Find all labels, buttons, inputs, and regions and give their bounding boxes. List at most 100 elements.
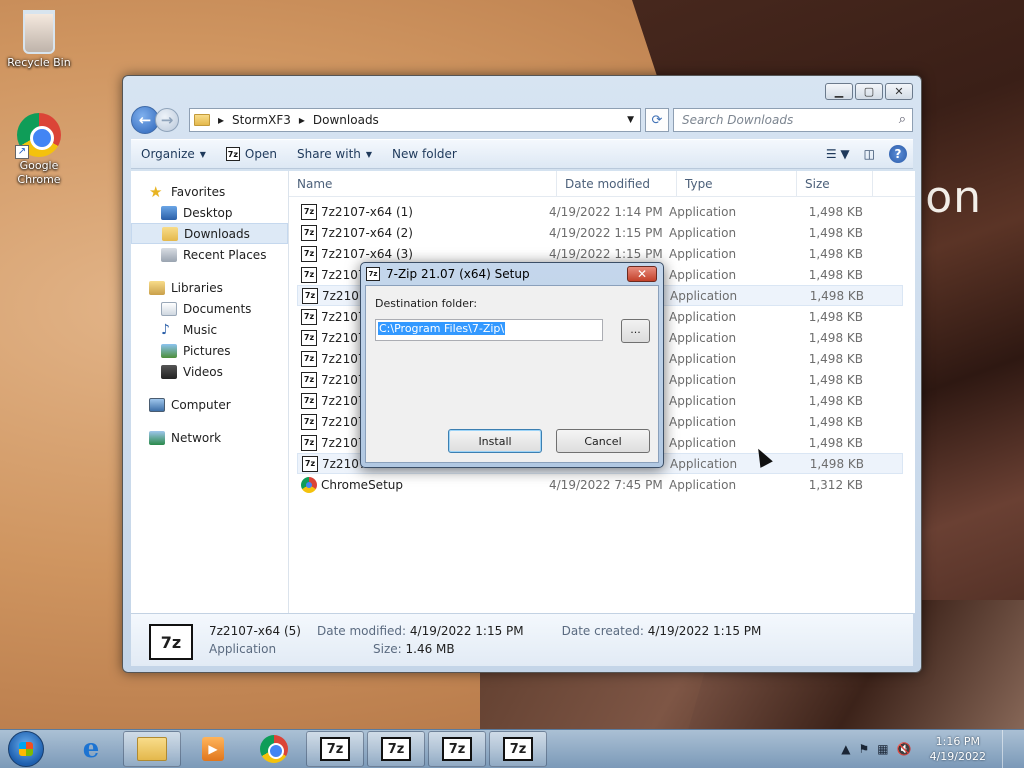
file-size: 1,498 KB xyxy=(808,435,863,450)
maximize-button[interactable]: ▢ xyxy=(855,83,883,100)
navigation-pane: ★ Favorites Desktop Downloads Recent Plac… xyxy=(131,171,289,613)
destination-folder-input[interactable]: C:\Program Files\7-Zip\ xyxy=(375,319,603,341)
nav-downloads[interactable]: Downloads xyxy=(131,223,288,244)
file-type: Application xyxy=(669,204,737,219)
clock-time: 1:16 PM xyxy=(935,735,980,748)
organize-button[interactable]: Organize ▼ xyxy=(131,147,216,161)
desktop-icon-recycle-bin[interactable]: Recycle Bin xyxy=(4,8,74,70)
taskbar-7zip-4[interactable]: 7z xyxy=(489,731,547,767)
minimize-button[interactable]: ▁ xyxy=(825,83,853,100)
file-type: Application xyxy=(669,246,737,261)
chrome-setup-icon xyxy=(301,476,317,493)
nav-computer[interactable]: Computer xyxy=(131,394,288,415)
share-with-button[interactable]: Share with ▼ xyxy=(287,147,382,161)
nav-label: Recent Places xyxy=(183,247,267,262)
taskbar-explorer[interactable] xyxy=(123,731,181,767)
taskbar-7zip-1[interactable]: 7z xyxy=(306,731,364,767)
open-button[interactable]: 7z Open xyxy=(216,147,287,161)
column-date-modified[interactable]: Date modified xyxy=(557,171,677,196)
browse-button[interactable]: ... xyxy=(621,319,650,343)
nav-music[interactable]: ♪ Music xyxy=(131,319,288,340)
taskbar: e ▶ 7z 7z 7z 7z ▲ ⚑ ▦ 🔇 1:16 PM 4/19/202… xyxy=(0,729,1024,768)
search-input[interactable]: Search Downloads ⌕ xyxy=(673,108,913,132)
nav-recent-places[interactable]: Recent Places xyxy=(131,244,288,265)
details-size-label: Size: xyxy=(373,642,402,656)
7zip-file-icon: 7z xyxy=(302,455,318,472)
music-icon: ♪ xyxy=(161,321,170,338)
clock[interactable]: 1:16 PM 4/19/2022 xyxy=(930,734,986,764)
column-type[interactable]: Type xyxy=(677,171,797,196)
nav-label: Music xyxy=(183,322,218,337)
nav-desktop[interactable]: Desktop xyxy=(131,202,288,223)
documents-icon xyxy=(161,301,177,316)
open-label: Open xyxy=(244,147,277,161)
7zip-file-icon: 7z xyxy=(301,371,317,388)
nav-videos[interactable]: Videos xyxy=(131,361,288,382)
refresh-button[interactable]: ⟳ xyxy=(645,108,669,132)
address-dropdown-icon[interactable]: ▼ xyxy=(627,115,634,125)
folder-icon xyxy=(194,114,210,126)
command-bar: Organize ▼ 7z Open Share with ▼ New folder … xyxy=(131,139,913,169)
breadcrumb-item-stormxf3[interactable]: StormXF3 xyxy=(232,113,291,127)
file-date: 4/19/2022 1:15 PM xyxy=(549,246,663,261)
7zip-file-icon: 7z xyxy=(301,245,317,262)
nav-pictures[interactable]: Pictures xyxy=(131,340,288,361)
chrome-icon: ↗ xyxy=(15,113,61,159)
forward-button[interactable]: → xyxy=(155,108,179,132)
show-hidden-icons-icon[interactable]: ▲ xyxy=(841,742,850,756)
file-type: Application xyxy=(669,414,737,429)
details-dates-col: Date modified: 4/19/2022 1:15 PM Size: 1… xyxy=(317,622,524,658)
network-status-icon[interactable]: ▦ xyxy=(877,742,888,756)
nav-documents[interactable]: Documents xyxy=(131,298,288,319)
nav-libraries[interactable]: Libraries xyxy=(131,277,288,298)
desktop-icon-google-chrome[interactable]: ↗ Google Chrome xyxy=(4,113,74,187)
taskbar-7zip-2[interactable]: 7z xyxy=(367,731,425,767)
taskbar-chrome[interactable] xyxy=(245,731,303,767)
table-row[interactable]: ChromeSetup 4/19/2022 7:45 PM Application 1… xyxy=(297,474,903,495)
taskbar-internet-explorer[interactable]: e xyxy=(62,731,120,767)
chevron-down-icon: ▼ xyxy=(199,149,206,159)
file-name: 7z2107 xyxy=(321,267,366,282)
table-row[interactable]: 7z 7z2107-x64 (1) 4/19/2022 1:14 PM Applica… xyxy=(297,201,903,222)
dialog-title-bar[interactable]: 7z 7-Zip 21.07 (x64) Setup xyxy=(361,263,663,285)
file-name: 7z2107 xyxy=(321,414,366,429)
show-desktop-button[interactable] xyxy=(1002,729,1016,768)
close-button[interactable]: ✕ xyxy=(885,83,913,100)
volume-muted-icon[interactable]: 🔇 xyxy=(897,742,912,756)
column-name[interactable]: Name xyxy=(289,171,557,196)
taskbar-7zip-3[interactable]: 7z xyxy=(428,731,486,767)
nav-label: Computer xyxy=(171,397,231,412)
cancel-button[interactable]: Cancel xyxy=(556,429,650,453)
action-center-flag-icon[interactable]: ⚑ xyxy=(859,742,870,756)
file-size: 1,498 KB xyxy=(809,288,864,303)
column-size[interactable]: Size xyxy=(797,171,873,196)
internet-explorer-icon: e xyxy=(82,734,100,764)
preview-pane-icon[interactable]: ◫ xyxy=(864,147,875,161)
7zip-icon: 7z xyxy=(381,737,411,761)
7zip-file-icon: 7z xyxy=(301,266,317,283)
start-button[interactable] xyxy=(8,731,44,767)
details-file-name: 7z2107-x64 (5) xyxy=(209,624,301,638)
file-size: 1,498 KB xyxy=(808,246,863,261)
table-row[interactable]: 7z 7z2107-x64 (2) 4/19/2022 1:15 PM Applica… xyxy=(297,222,903,243)
table-row[interactable]: 7z 7z2107-x64 (3) 4/19/2022 1:15 PM Applica… xyxy=(297,243,903,264)
install-button[interactable]: Install xyxy=(448,429,542,453)
7zip-icon: 7z xyxy=(320,737,350,761)
taskbar-media-player[interactable]: ▶ xyxy=(184,731,242,767)
nav-favorites[interactable]: ★ Favorites xyxy=(131,181,288,202)
details-date-created: 4/19/2022 1:15 PM xyxy=(647,624,762,638)
star-icon: ★ xyxy=(149,182,163,201)
open-icon: 7z xyxy=(225,147,240,161)
clock-date: 4/19/2022 xyxy=(929,750,986,763)
7zip-file-icon: 7z xyxy=(301,413,317,430)
nav-network[interactable]: Network xyxy=(131,427,288,448)
new-folder-button[interactable]: New folder xyxy=(382,147,467,161)
address-bar[interactable]: ▸ StormXF3 ▸ Downloads ▼ xyxy=(189,108,641,132)
help-icon[interactable]: ? xyxy=(889,145,907,163)
file-type-7zip-icon: 7z xyxy=(149,624,193,660)
view-options-icon[interactable]: ☰ ▼ xyxy=(826,147,850,161)
breadcrumb-item-downloads[interactable]: Downloads xyxy=(313,113,379,127)
desktop-icon-label: Google Chrome xyxy=(17,159,61,186)
nav-label: Downloads xyxy=(184,226,250,241)
dialog-close-button[interactable]: ✕ xyxy=(627,266,657,282)
